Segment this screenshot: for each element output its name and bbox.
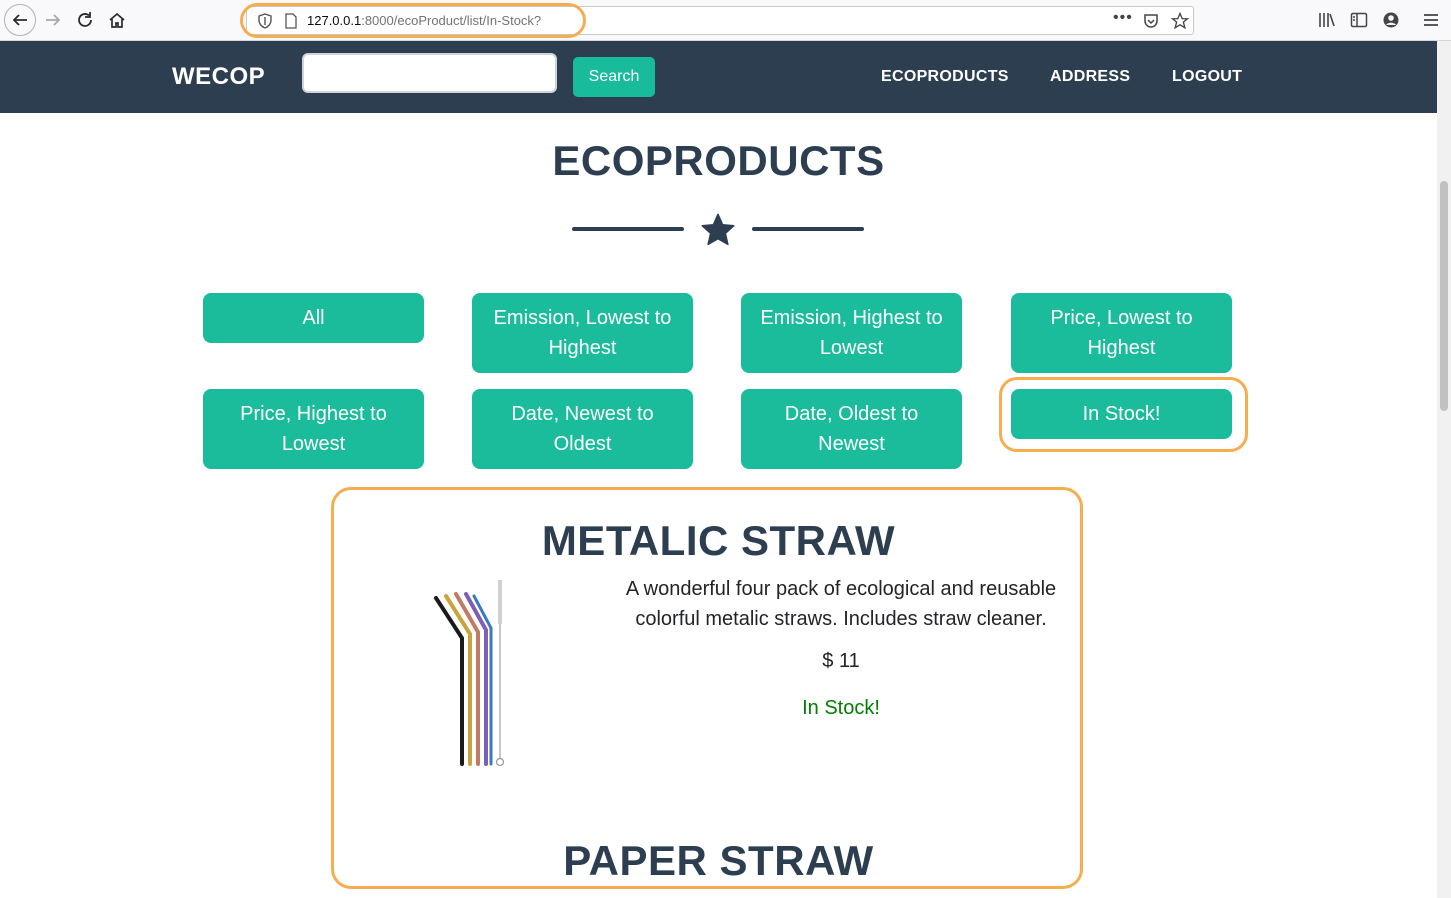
nav-link-ecoproducts[interactable]: ECOPRODUCTS <box>881 68 1009 86</box>
account-icon[interactable] <box>1382 11 1400 29</box>
page-title: ECOPRODUCTS <box>552 137 885 184</box>
forward-button[interactable] <box>38 5 68 35</box>
reload-icon <box>78 12 92 27</box>
filter-price-desc-button[interactable]: Price, Highest to Lowest <box>203 389 424 469</box>
divider-line-right <box>752 227 864 231</box>
divider-line-left <box>572 227 684 231</box>
library-icon[interactable] <box>1318 11 1336 29</box>
filter-all-button[interactable]: All <box>203 293 424 343</box>
back-button[interactable] <box>4 4 36 36</box>
page-scrollbar[interactable] <box>1437 41 1451 898</box>
filter-price-asc-button[interactable]: Price, Lowest to Highest <box>1011 293 1232 373</box>
brand-logo[interactable]: WECOP <box>172 63 265 91</box>
nav-link-address[interactable]: ADDRESS <box>1050 68 1130 86</box>
site-navbar: WECOP Search ECOPRODUCTS ADDRESS LOGOUT <box>0 41 1437 113</box>
star-icon <box>701 213 735 246</box>
browser-toolbar: 127.0.0.1:8000/ecoProduct/list/In-Stock?… <box>0 0 1451 41</box>
home-button[interactable] <box>102 5 132 35</box>
scrollbar-thumb[interactable] <box>1440 181 1448 411</box>
arrow-right-icon <box>46 14 61 26</box>
search-button[interactable]: Search <box>573 57 655 97</box>
hamburger-menu-icon[interactable] <box>1422 11 1440 29</box>
filter-emission-asc-button[interactable]: Emission, Lowest to Highest <box>472 293 693 373</box>
filter-emission-desc-button[interactable]: Emission, Highest to Lowest <box>741 293 962 373</box>
in-stock-highlight <box>999 377 1248 452</box>
arrow-left-icon <box>12 14 27 26</box>
bookmark-star-icon[interactable] <box>1171 12 1189 30</box>
page-actions-button[interactable]: ••• <box>1113 9 1133 27</box>
sidebar-icon[interactable] <box>1350 11 1368 29</box>
reload-button[interactable] <box>70 5 100 35</box>
filter-date-newest-button[interactable]: Date, Newest to Oldest <box>472 389 693 469</box>
nav-link-logout[interactable]: LOGOUT <box>1172 68 1242 86</box>
home-icon <box>109 12 125 28</box>
search-input[interactable] <box>302 53 557 93</box>
pocket-icon[interactable] <box>1143 13 1159 29</box>
product-highlight <box>331 487 1083 889</box>
filter-date-oldest-button[interactable]: Date, Oldest to Newest <box>741 389 962 469</box>
url-highlight <box>240 3 586 38</box>
